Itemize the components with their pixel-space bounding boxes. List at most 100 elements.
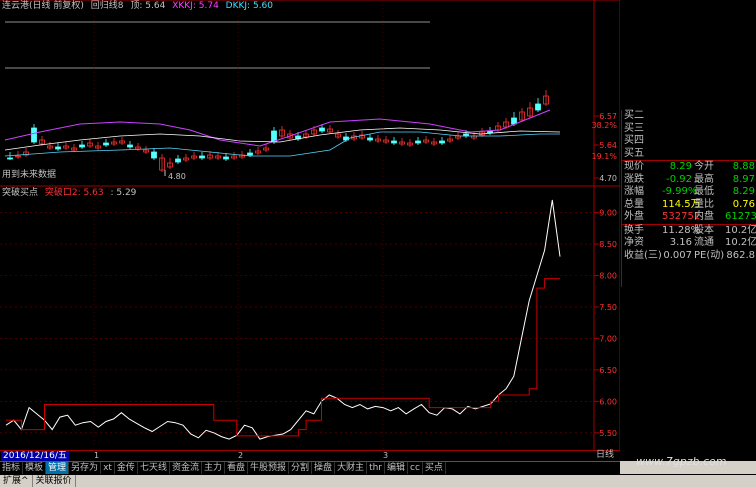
tab-看盘[interactable]: 看盘 [225, 462, 248, 474]
dkkj-value: 5.60 [252, 1, 274, 11]
candle-body [175, 158, 181, 163]
bottom-bar: 扩展^ 关联报价 [0, 475, 756, 487]
tab-xt[interactable]: xt [101, 462, 115, 474]
tab-cc[interactable]: cc [408, 462, 423, 474]
quote-label: 现价 [624, 161, 644, 172]
order-book-row: 买四 [622, 135, 756, 148]
main-axis-label: 5.64 [599, 141, 617, 150]
candle-body [511, 117, 517, 125]
xkkj-line [4, 109, 551, 147]
quote-value: 8.29 [732, 186, 755, 197]
sub-value: : 5.29 [110, 188, 137, 198]
quote-label: 外盘 [624, 211, 644, 222]
quote-value: 3.16 [669, 237, 692, 248]
order-book-label: 买三 [624, 122, 644, 134]
date-tick-1: 1 [94, 451, 100, 460]
tab-大财主[interactable]: 大财主 [335, 462, 368, 474]
sub-chart-header: 突破买点 突破口2: 5.63 : 5.29 [2, 187, 144, 199]
quote-label: 量比 [694, 198, 714, 210]
order-book-row: 买三 [622, 123, 756, 136]
quote-row: 外盘 532751内盘 612734 [622, 211, 756, 224]
top-value: 5.64 [145, 1, 166, 11]
tab-买点[interactable]: 买点 [423, 462, 446, 474]
candle-body [223, 156, 229, 160]
main-axis-label: 6.57 [599, 112, 617, 121]
tab-管理[interactable]: 管理 [46, 462, 70, 474]
low-marker-label: 4.80 [168, 172, 186, 181]
tab-分割[interactable]: 分割 [289, 462, 313, 474]
bottom-tab-扩展^[interactable]: 扩展^ [0, 475, 33, 487]
chart-canvas[interactable]: 6.5738.2%5.6419.1%4.704.809.008.508.007.… [0, 0, 620, 450]
quote-value: 612734 [725, 211, 756, 222]
candle-body [127, 144, 133, 148]
indicator-name[interactable]: 回归线8 [91, 1, 124, 11]
quote-value: -0.92 [666, 173, 692, 185]
quote-row: 换手 11.28% 股本 10.2亿 [622, 225, 756, 238]
period-label[interactable]: 日线 [596, 450, 614, 461]
quote-value: 862.8 [726, 249, 755, 261]
dkkj-label: DKKJ: [225, 1, 251, 11]
top-label: 顶: [130, 1, 143, 11]
indicator-tab-bar: 指标 模板 管理 另存为 xt 金传 七天线 资金流 主力 看盘 牛股预报 分割 操盘 大财主 thr 编辑 c… [0, 461, 620, 474]
quote-value: 11.28% [662, 224, 701, 236]
series-line-breakout-channel [6, 278, 560, 437]
candle-body [247, 152, 253, 156]
tab-操盘[interactable]: 操盘 [312, 462, 336, 474]
sub-indicator-name[interactable]: 突破买点 [2, 188, 38, 198]
quote-panel: 买二 买三 买四 买五 现价 8.29 今开 8.88 涨跌 -0.92 最高 8.97 涨幅 -9.99… [621, 110, 756, 287]
kline-chart-area[interactable]: 6.57 38.2% 5.64 19.1% 4.70 4.80 9.00 8.50 8.00 7.… [0, 0, 620, 450]
bottom-tab-关联报价[interactable]: 关联报价 [33, 475, 76, 487]
sub-axis-label: 9.00 [599, 209, 617, 218]
watermark: www.7gpzb.com [636, 455, 727, 468]
quote-value: 114.5万 [662, 198, 701, 210]
tab-主力[interactable]: 主力 [202, 462, 225, 474]
tab-另存为[interactable]: 另存为 [69, 462, 102, 474]
quote-label: 净资 [624, 237, 644, 248]
quote-value: 0.007 [663, 249, 692, 261]
main-axis-label: 4.70 [599, 174, 617, 183]
tab-thr[interactable]: thr [367, 462, 385, 474]
quote-value: 10.2亿 [725, 237, 756, 248]
quote-label: 股本 [694, 224, 714, 236]
candle-body [439, 140, 445, 144]
quote-label: 今开 [694, 161, 714, 172]
sub-value-number: 5.29 [116, 188, 137, 198]
candle-body [31, 127, 37, 143]
tab-指标[interactable]: 指标 [0, 462, 24, 474]
quote-value: 532751 [662, 211, 701, 222]
candle-body [79, 144, 85, 148]
sub-axis-label: 7.50 [599, 303, 617, 312]
series-line-breakout-buy [5, 199, 561, 440]
stock-title[interactable]: 连云港(日线 前复权) [2, 1, 84, 11]
tab-模板[interactable]: 模板 [23, 462, 47, 474]
sub-line-label: 突破口2: [44, 188, 81, 198]
candle-body [151, 151, 157, 159]
quote-row: 净资 3.16 流通 10.2亿 [622, 237, 756, 250]
tab-七天线[interactable]: 七天线 [138, 462, 170, 474]
quote-value: -9.99% [662, 186, 698, 197]
candle-body [103, 142, 109, 146]
tab-金传[interactable]: 金传 [115, 462, 138, 474]
quote-row: 收益(三) 0.007 PE(动) 862.8 [622, 250, 756, 263]
xkkj-value: 5.74 [198, 1, 219, 11]
quote-row: 总量 114.5万 量比 0.76 [622, 199, 756, 212]
candle-body [487, 130, 493, 134]
candle-body [199, 155, 205, 159]
quote-value: 8.88 [732, 161, 755, 172]
tab-资金流[interactable]: 资金流 [170, 462, 202, 474]
quote-label: 内盘 [694, 211, 714, 222]
candle-body [319, 127, 325, 132]
sub-axis-label: 5.50 [599, 429, 617, 438]
candle-body [7, 157, 13, 160]
tab-编辑[interactable]: 编辑 [385, 462, 409, 474]
quote-label: 涨跌 [624, 173, 644, 185]
order-book-label: 买五 [624, 147, 644, 159]
quote-value: 10.2亿 [725, 224, 756, 236]
sub-axis-label: 7.00 [599, 334, 617, 343]
quote-label: 最低 [694, 186, 714, 197]
sub-axis-label: 8.50 [599, 240, 617, 249]
main-chart-header: 连云港(日线 前复权) 回归线8 顶: 5.64 XKKJ: 5.74 DKKJ… [2, 0, 277, 13]
tab-牛股预报[interactable]: 牛股预报 [248, 462, 290, 474]
date-bar: 2016/12/16/五 1 2 3 [0, 450, 620, 461]
quote-label: 最高 [694, 173, 714, 185]
